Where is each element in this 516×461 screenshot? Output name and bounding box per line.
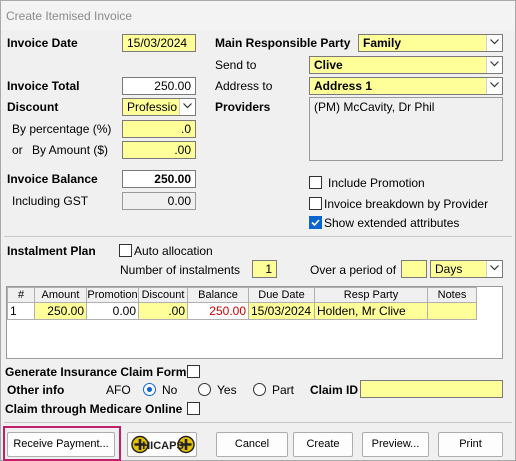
afo-part-radio[interactable] bbox=[253, 383, 266, 396]
providers-label: Providers bbox=[215, 100, 271, 114]
provider-item[interactable]: (PM) McCavity, Dr Phil bbox=[314, 100, 434, 114]
col-header[interactable]: # bbox=[7, 287, 35, 303]
create-button[interactable]: Create bbox=[293, 432, 353, 457]
afo-no-label: No bbox=[162, 383, 178, 397]
discount-label: Discount bbox=[7, 100, 59, 114]
separator bbox=[4, 422, 512, 423]
including-gst-label: Including GST bbox=[12, 194, 89, 208]
cell-due-date[interactable]: 15/03/2024 bbox=[248, 302, 315, 320]
include-promotion-label: Include Promotion bbox=[328, 176, 425, 190]
address-to-label: Address to bbox=[215, 79, 273, 93]
chevron-down-icon[interactable] bbox=[486, 78, 502, 94]
show-extended-label: Show extended attributes bbox=[324, 216, 460, 230]
chevron-down-icon[interactable] bbox=[486, 261, 502, 277]
address-to-combo[interactable]: Address 1 bbox=[309, 77, 503, 95]
chevron-down-icon[interactable] bbox=[179, 99, 195, 115]
send-to-value: Clive bbox=[314, 58, 343, 72]
main-party-value: Family bbox=[363, 36, 402, 50]
breakdown-by-provider-label: Invoice breakdown by Provider bbox=[324, 197, 489, 211]
hicaps-button[interactable]: HICAPS bbox=[127, 432, 197, 457]
window-title: Create Itemised Invoice bbox=[1, 1, 515, 31]
instalment-grid[interactable]: # Amount Promotion Discount Balance Due … bbox=[6, 286, 503, 359]
period-unit-value: Days bbox=[435, 262, 463, 276]
cell-resp-party[interactable]: Holden, Mr Clive bbox=[314, 302, 428, 320]
col-header[interactable]: Balance bbox=[187, 287, 249, 303]
col-header[interactable]: Discount bbox=[138, 287, 188, 303]
invoice-date-label: Invoice Date bbox=[7, 36, 78, 50]
col-header[interactable]: Resp Party bbox=[314, 287, 428, 303]
discount-combo-value: Professio bbox=[127, 100, 178, 114]
send-to-combo[interactable]: Clive bbox=[309, 56, 503, 74]
col-header[interactable]: Notes bbox=[427, 287, 477, 303]
show-extended-checkbox[interactable] bbox=[309, 216, 322, 229]
col-header[interactable]: Due Date bbox=[248, 287, 315, 303]
invoice-date-field[interactable]: 15/03/2024 bbox=[122, 34, 196, 52]
cell-promotion[interactable]: 0.00 bbox=[86, 302, 139, 320]
by-amount-field[interactable]: .00 bbox=[122, 141, 196, 159]
cell-num: 1 bbox=[7, 302, 35, 320]
invoice-total-field[interactable]: 250.00 bbox=[122, 77, 196, 95]
afo-yes-radio[interactable] bbox=[198, 383, 211, 396]
number-of-instalments-label: Number of instalments bbox=[120, 263, 241, 277]
print-button[interactable]: Print bbox=[438, 432, 503, 457]
col-header[interactable]: Promotion bbox=[86, 287, 139, 303]
main-responsible-party-label: Main Responsible Party bbox=[215, 36, 351, 50]
cell-notes[interactable] bbox=[427, 302, 477, 320]
period-unit-combo[interactable]: Days bbox=[430, 260, 503, 278]
medicare-online-checkbox[interactable] bbox=[187, 402, 200, 415]
other-info-label: Other info bbox=[7, 383, 65, 397]
preview-button[interactable]: Preview... bbox=[362, 432, 429, 457]
send-to-label: Send to bbox=[215, 58, 257, 72]
receive-payment-button[interactable]: Receive Payment... bbox=[7, 432, 115, 457]
discount-combo[interactable]: Professio bbox=[122, 98, 196, 116]
claim-id-field[interactable] bbox=[360, 380, 503, 398]
medicare-online-label: Claim through Medicare Online bbox=[5, 402, 183, 416]
cell-discount[interactable]: .00 bbox=[138, 302, 188, 320]
by-percentage-field[interactable]: .0 bbox=[122, 120, 196, 138]
hicaps-logo-icon: HICAPS bbox=[131, 435, 195, 454]
generate-claim-checkbox[interactable] bbox=[187, 365, 200, 378]
invoice-balance-label: Invoice Balance bbox=[7, 172, 98, 186]
auto-allocation-checkbox[interactable] bbox=[119, 244, 132, 257]
table-row[interactable]: 1 250.00 0.00 .00 250.00 15/03/2024 Hold… bbox=[7, 302, 477, 320]
checkmark-icon bbox=[311, 219, 320, 227]
auto-allocation-label: Auto allocation bbox=[134, 244, 213, 258]
include-promotion-checkbox[interactable] bbox=[309, 176, 322, 189]
invoice-window: Create Itemised Invoice Invoice Date 15/… bbox=[0, 0, 516, 461]
invoice-total-label: Invoice Total bbox=[7, 79, 80, 93]
separator bbox=[4, 236, 512, 237]
period-field[interactable] bbox=[401, 260, 427, 278]
by-amount-label: By Amount ($) bbox=[32, 143, 109, 157]
afo-label: AFO bbox=[106, 383, 131, 397]
including-gst-field: 0.00 bbox=[122, 192, 196, 210]
chevron-down-icon[interactable] bbox=[486, 57, 502, 73]
period-label: Over a period of bbox=[310, 263, 397, 277]
instalment-table: # Amount Promotion Discount Balance Due … bbox=[7, 287, 477, 320]
instalment-plan-label: Instalment Plan bbox=[7, 244, 96, 258]
by-percentage-label: By percentage (%) bbox=[12, 122, 112, 136]
afo-yes-label: Yes bbox=[217, 383, 237, 397]
afo-no-radio[interactable] bbox=[143, 383, 156, 396]
or-label: or bbox=[12, 143, 23, 157]
cell-amount[interactable]: 250.00 bbox=[34, 302, 87, 320]
claim-id-label: Claim ID bbox=[310, 383, 359, 397]
table-header-row: # Amount Promotion Discount Balance Due … bbox=[7, 287, 477, 303]
address-to-value: Address 1 bbox=[314, 79, 373, 93]
col-header[interactable]: Amount bbox=[34, 287, 87, 303]
main-responsible-party-combo[interactable]: Family bbox=[358, 34, 503, 52]
chevron-down-icon[interactable] bbox=[486, 35, 502, 51]
hicaps-logo-text: HICAPS bbox=[142, 440, 184, 452]
invoice-balance-field: 250.00 bbox=[122, 170, 196, 188]
afo-part-label: Part bbox=[272, 383, 295, 397]
number-of-instalments-field[interactable]: 1 bbox=[252, 260, 277, 278]
breakdown-by-provider-checkbox[interactable] bbox=[309, 197, 322, 210]
providers-list[interactable]: (PM) McCavity, Dr Phil bbox=[309, 97, 503, 161]
generate-claim-label: Generate Insurance Claim Form bbox=[5, 365, 187, 379]
cancel-button[interactable]: Cancel bbox=[216, 432, 288, 457]
cell-balance: 250.00 bbox=[187, 302, 249, 320]
